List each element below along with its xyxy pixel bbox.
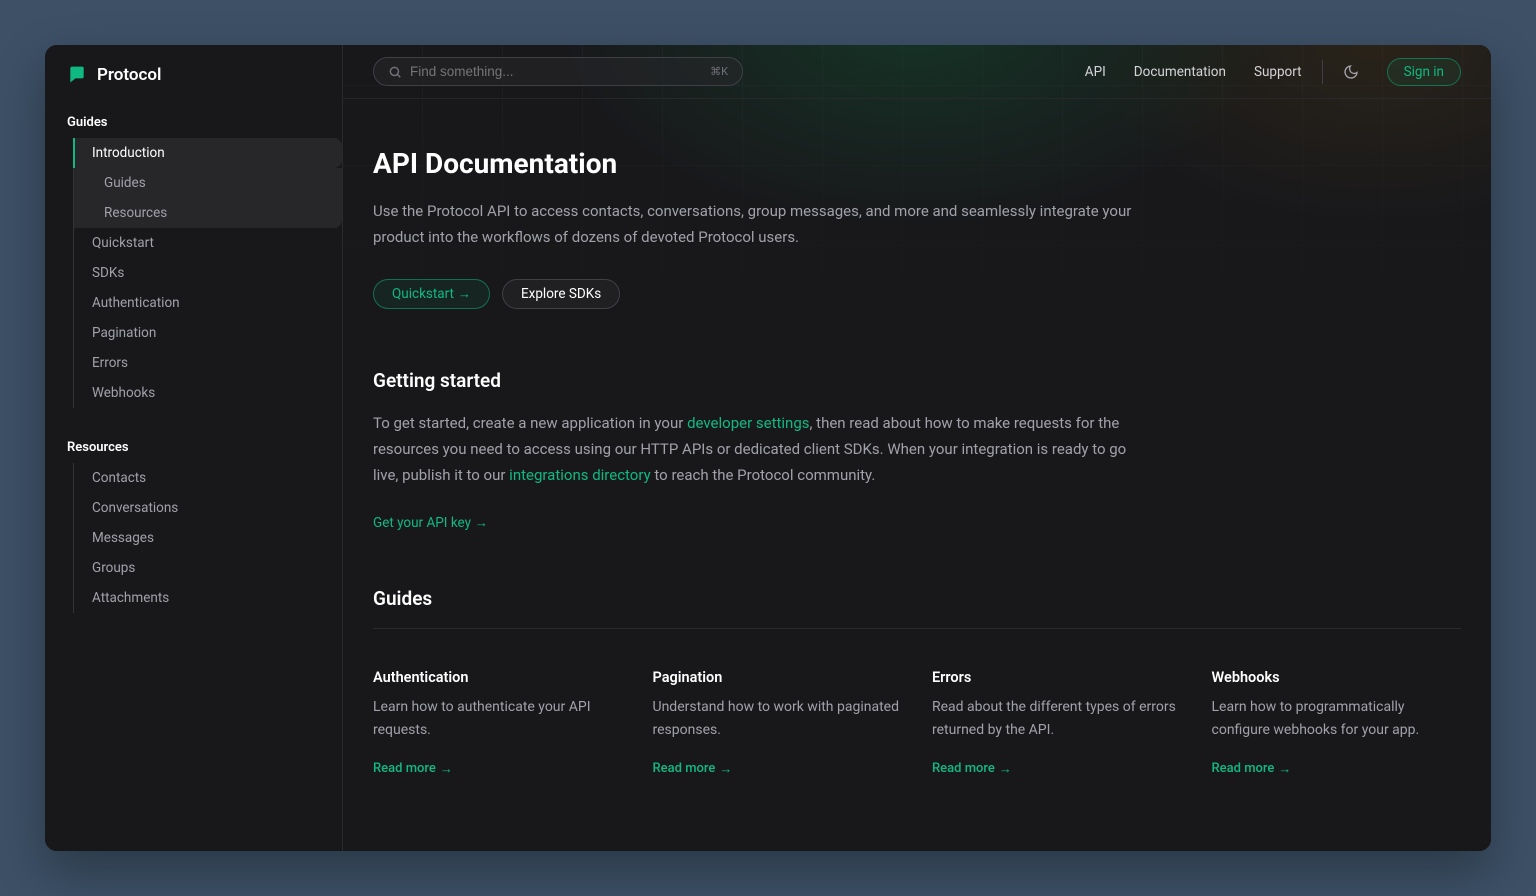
arrow-right-icon: → [440, 761, 453, 777]
main-panel: ⌘K API Documentation Support Sign in API… [343, 45, 1491, 851]
getting-started-title: Getting started [373, 369, 1461, 392]
getting-started-text: To get started, create a new application… [373, 410, 1133, 489]
arrow-right-icon: → [719, 761, 732, 777]
logo[interactable]: Protocol [45, 65, 342, 105]
search-field[interactable] [410, 64, 702, 79]
signin-button[interactable]: Sign in [1387, 58, 1461, 86]
arrow-right-icon: → [475, 515, 488, 531]
gs-text-pre: To get started, create a new application… [373, 414, 687, 432]
readmore-label: Read more [932, 761, 995, 776]
divider [1322, 60, 1323, 84]
guide-title: Pagination [653, 669, 903, 686]
quickstart-button[interactable]: Quickstart → [373, 279, 490, 309]
guide-desc: Understand how to work with paginated re… [653, 696, 903, 741]
sidebar-item-errors[interactable]: Errors [74, 348, 342, 378]
quickstart-label: Quickstart [392, 286, 454, 302]
sidebar-item-introduction[interactable]: Introduction [74, 138, 342, 168]
page-title: API Documentation [373, 147, 1461, 180]
readmore-link[interactable]: Read more → [373, 761, 453, 777]
sidebar-item-quickstart[interactable]: Quickstart [74, 228, 342, 258]
guide-title: Errors [932, 669, 1182, 686]
guide-desc: Learn how to programmatically configure … [1212, 696, 1462, 741]
content: API Documentation Use the Protocol API t… [343, 99, 1491, 851]
arrow-right-icon: → [1278, 761, 1291, 777]
guide-desc: Read about the different types of errors… [932, 696, 1182, 741]
nav-link-api[interactable]: API [1085, 64, 1106, 80]
readmore-link[interactable]: Read more → [1212, 761, 1292, 777]
moon-icon [1343, 64, 1359, 80]
search-shortcut: ⌘K [710, 65, 728, 78]
brand-name: Protocol [97, 65, 161, 85]
nav-link-documentation[interactable]: Documentation [1134, 64, 1226, 80]
sidebar-section-resources-label: Resources [45, 430, 342, 463]
gs-text-post: to reach the Protocol community. [651, 466, 876, 484]
sidebar-section-guides-label: Guides [45, 105, 342, 138]
developer-settings-link[interactable]: developer settings [687, 414, 809, 432]
guides-grid: Authentication Learn how to authenticate… [373, 628, 1461, 776]
sidebar-item-authentication[interactable]: Authentication [74, 288, 342, 318]
cta-row: Quickstart → Explore SDKs [373, 279, 1461, 309]
app-window: Protocol Guides Introduction Guides Reso… [45, 45, 1491, 851]
readmore-label: Read more [1212, 761, 1275, 776]
sidebar-item-groups[interactable]: Groups [74, 553, 342, 583]
sidebar-group-resources: Contacts Conversations Messages Groups A… [73, 463, 342, 613]
sidebar-item-contacts[interactable]: Contacts [74, 463, 342, 493]
search-icon [388, 65, 402, 79]
guides-title: Guides [373, 587, 1461, 610]
arrow-right-icon: → [458, 286, 471, 302]
header-nav: API Documentation Support Sign in [1085, 58, 1461, 86]
guide-card-pagination: Pagination Understand how to work with p… [653, 669, 903, 776]
guide-title: Authentication [373, 669, 623, 686]
page-lead: Use the Protocol API to access contacts,… [373, 198, 1153, 251]
sidebar-item-sdks[interactable]: SDKs [74, 258, 342, 288]
nav-link-support[interactable]: Support [1254, 64, 1302, 80]
explore-sdks-button[interactable]: Explore SDKs [502, 279, 620, 309]
guide-title: Webhooks [1212, 669, 1462, 686]
sidebar-group-guides: Introduction Guides Resources Quickstart… [73, 138, 342, 408]
header: ⌘K API Documentation Support Sign in [343, 45, 1491, 99]
readmore-label: Read more [653, 761, 716, 776]
readmore-link[interactable]: Read more → [932, 761, 1012, 777]
sidebar-subitem-guides[interactable]: Guides [74, 168, 342, 198]
integrations-directory-link[interactable]: integrations directory [509, 466, 651, 484]
guide-card-errors: Errors Read about the different types of… [932, 669, 1182, 776]
theme-toggle[interactable] [1343, 64, 1359, 80]
sidebar: Protocol Guides Introduction Guides Reso… [45, 45, 343, 851]
get-api-key-label: Get your API key [373, 515, 471, 531]
sidebar-item-conversations[interactable]: Conversations [74, 493, 342, 523]
sidebar-item-messages[interactable]: Messages [74, 523, 342, 553]
arrow-right-icon: → [999, 761, 1012, 777]
readmore-link[interactable]: Read more → [653, 761, 733, 777]
sidebar-item-webhooks[interactable]: Webhooks [74, 378, 342, 408]
get-api-key-link[interactable]: Get your API key → [373, 515, 488, 531]
guide-desc: Learn how to authenticate your API reque… [373, 696, 623, 741]
sidebar-item-attachments[interactable]: Attachments [74, 583, 342, 613]
guide-card-authentication: Authentication Learn how to authenticate… [373, 669, 623, 776]
guide-card-webhooks: Webhooks Learn how to programmatically c… [1212, 669, 1462, 776]
sidebar-item-pagination[interactable]: Pagination [74, 318, 342, 348]
sidebar-subitem-resources[interactable]: Resources [74, 198, 342, 228]
logo-icon [67, 65, 87, 85]
search-input[interactable]: ⌘K [373, 57, 743, 86]
readmore-label: Read more [373, 761, 436, 776]
